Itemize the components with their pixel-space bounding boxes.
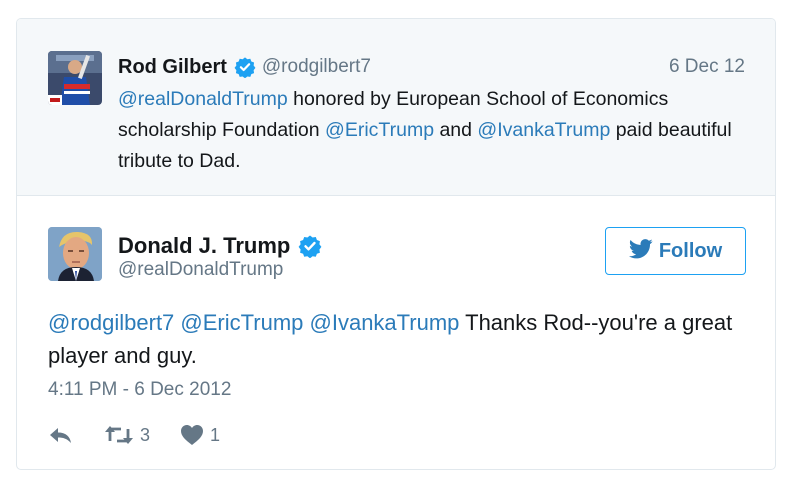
reply-button[interactable] bbox=[48, 424, 74, 446]
author-avatar[interactable] bbox=[48, 227, 102, 281]
tweet-embed-card: Rod Gilbert @rodgilbert7 6 Dec 12 @realD… bbox=[16, 18, 776, 470]
retweet-button[interactable]: 3 bbox=[104, 424, 150, 446]
quoted-author-avatar[interactable] bbox=[48, 51, 102, 105]
reply-icon bbox=[48, 424, 74, 446]
mention-link[interactable]: @IvankaTrump bbox=[310, 310, 460, 335]
author-name[interactable]: Donald J. Trump bbox=[118, 233, 290, 259]
follow-button[interactable]: Follow bbox=[605, 227, 746, 275]
verified-badge-icon bbox=[234, 56, 256, 79]
quoted-tweet[interactable]: Rod Gilbert @rodgilbert7 6 Dec 12 @realD… bbox=[17, 19, 775, 196]
follow-label: Follow bbox=[658, 239, 723, 262]
quoted-author-name[interactable]: Rod Gilbert bbox=[118, 56, 227, 79]
mention-link[interactable]: @rodgilbert7 bbox=[48, 310, 174, 335]
like-button[interactable]: 1 bbox=[180, 424, 220, 446]
retweet-icon bbox=[104, 424, 134, 446]
author-handle[interactable]: @realDonaldTrump bbox=[118, 259, 283, 281]
author-name-row: Donald J. Trump bbox=[118, 231, 322, 261]
quoted-author-handle[interactable]: @rodgilbert7 bbox=[262, 56, 371, 78]
mention-link[interactable]: @realDonaldTrump bbox=[118, 88, 288, 110]
quoted-tweet-text: @realDonaldTrump honored by European Sch… bbox=[118, 84, 738, 177]
mention-link[interactable]: @IvankaTrump bbox=[477, 119, 610, 141]
mention-link[interactable]: @EricTrump bbox=[325, 119, 434, 141]
quoted-date[interactable]: 6 Dec 12 bbox=[669, 56, 745, 78]
twitter-bird-icon bbox=[628, 238, 653, 264]
verified-badge-icon bbox=[298, 234, 322, 259]
tweet-text: @rodgilbert7 @EricTrump @IvankaTrump Tha… bbox=[48, 306, 758, 372]
tweet-actions: 3 1 bbox=[48, 422, 220, 448]
tweet-timestamp[interactable]: 4:11 PM - 6 Dec 2012 bbox=[48, 379, 231, 401]
mention-link[interactable]: @EricTrump bbox=[180, 310, 303, 335]
like-count: 1 bbox=[210, 424, 221, 445]
quoted-header: Rod Gilbert @rodgilbert7 6 Dec 12 bbox=[118, 54, 745, 80]
retweet-count: 3 bbox=[140, 424, 151, 445]
heart-icon bbox=[180, 424, 204, 446]
tweet-text-segment: and bbox=[434, 119, 478, 141]
